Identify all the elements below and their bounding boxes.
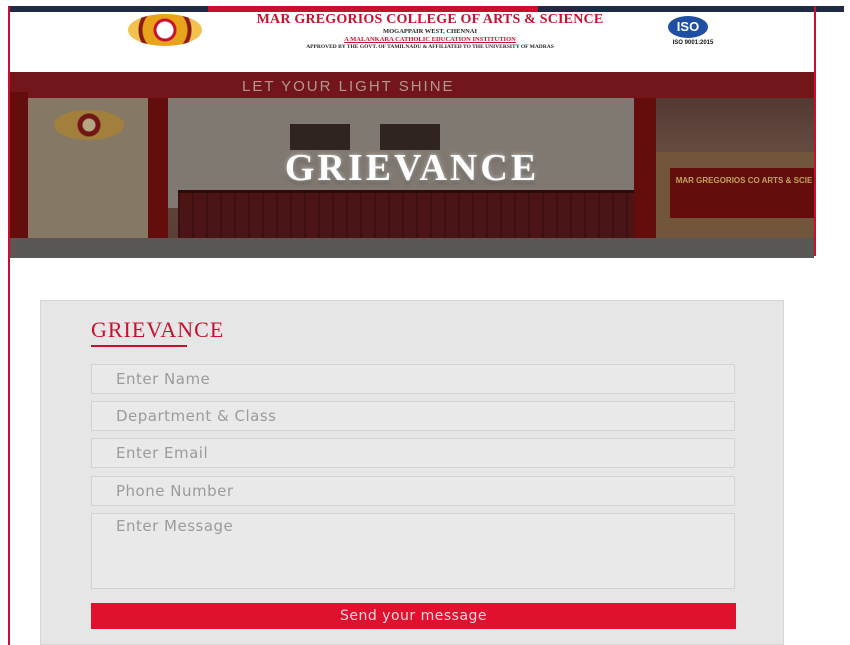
iso-logo-icon: ISO: [668, 16, 708, 38]
college-location: MOGAPPAIR WEST, CHENNAI: [382, 28, 478, 35]
send-message-button[interactable]: Send your message: [91, 603, 736, 629]
hero-banner: LET YOUR LIGHT SHINE MAR GREGORIOS CO AR…: [10, 72, 814, 258]
name-input[interactable]: [91, 364, 735, 394]
message-textarea[interactable]: [91, 513, 735, 589]
department-class-input[interactable]: [91, 401, 735, 431]
email-input[interactable]: [91, 438, 735, 468]
college-name: MAR GREGORIOS COLLEGE OF ARTS & SCIENCE: [256, 12, 604, 27]
form-title: GRIEVANCE: [91, 317, 225, 342]
phone-input[interactable]: [91, 476, 735, 506]
college-tagline: A MALANKARA CATHOLIC EDUCATION INSTITUTI…: [344, 36, 516, 43]
frame-border-right: [814, 6, 816, 256]
site-header: MAR GREGORIOS COLLEGE OF ARTS & SCIENCE …: [10, 12, 814, 62]
form-title-underline: [91, 345, 187, 347]
iso-certification-text: ISO 9001:2015: [672, 40, 714, 46]
grievance-form: GRIEVANCE Send your message: [40, 300, 784, 645]
college-affiliation: APPROVED BY THE GOVT. OF TAMILNADU & AFF…: [306, 44, 554, 50]
hero-title: GRIEVANCE: [284, 147, 540, 189]
college-logo-icon[interactable]: [128, 14, 202, 46]
iso-badge: ISO ISO 9001:2015: [658, 16, 728, 50]
